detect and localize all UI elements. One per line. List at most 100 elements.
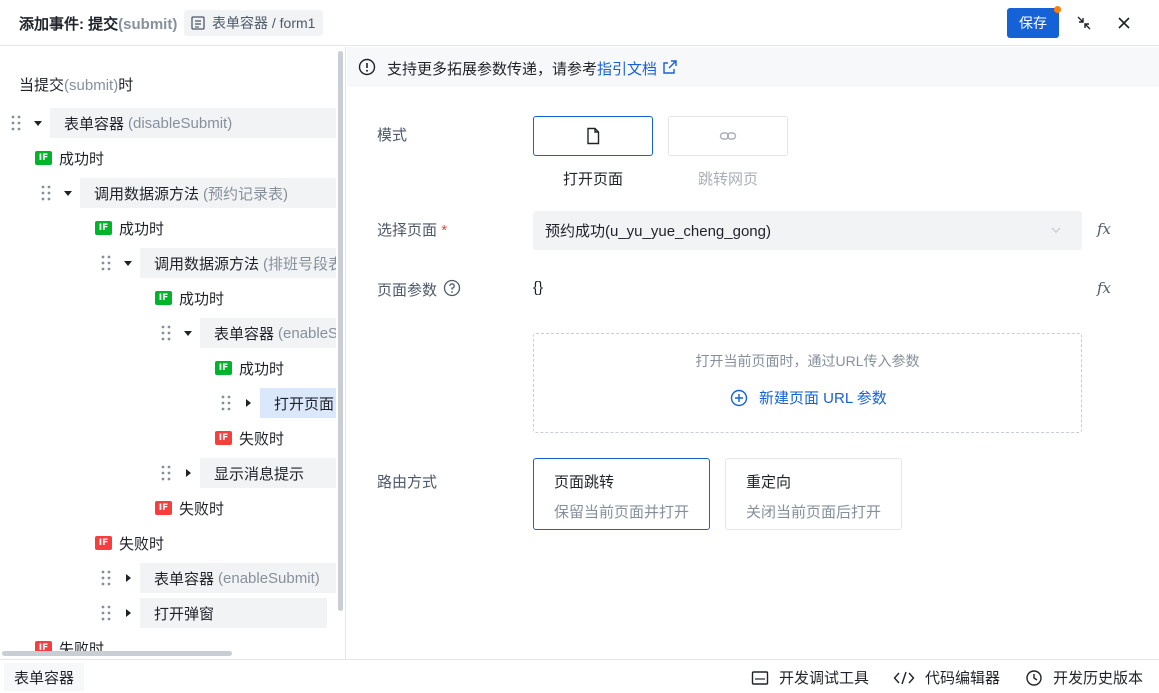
notice-text: 支持更多拓展参数传递，请参考指引文档 bbox=[387, 58, 657, 79]
drag-handle-icon[interactable] bbox=[40, 184, 52, 202]
caret-right-icon[interactable] bbox=[123, 608, 133, 618]
branch-fail: IF 失败时 bbox=[95, 532, 164, 554]
mode-jump-web-option[interactable] bbox=[668, 116, 788, 156]
route-redirect-option[interactable]: 重定向 关闭当前页面后打开 bbox=[725, 458, 902, 530]
caret-down-icon[interactable] bbox=[63, 188, 73, 198]
info-notice: 支持更多拓展参数传递，请参考指引文档 bbox=[347, 47, 1159, 87]
tree-node[interactable]: 调用数据源方法 (预约记录表) bbox=[80, 178, 336, 208]
branch-label: 成功时 bbox=[239, 360, 285, 378]
if-badge: IF bbox=[95, 536, 112, 550]
fx-icon[interactable]: fx bbox=[1097, 279, 1111, 297]
collapse-icon[interactable] bbox=[1074, 13, 1094, 33]
route-desc: 关闭当前页面后打开 bbox=[746, 504, 882, 521]
node-label: 打开页面 bbox=[274, 395, 335, 413]
if-badge: IF bbox=[35, 151, 52, 165]
chevron-down-icon bbox=[1051, 227, 1061, 233]
tree-node[interactable]: 打开弹窗 bbox=[140, 598, 327, 628]
history-icon bbox=[1026, 669, 1042, 686]
route-page-jump-option[interactable]: 页面跳转 保留当前页面并打开 bbox=[533, 458, 710, 530]
branch-label: 成功时 bbox=[59, 150, 105, 168]
select-page-text: 选择页面 bbox=[377, 222, 438, 239]
dialog-title: 添加事件: 提交(submit) bbox=[19, 13, 177, 34]
breadcrumb-text: 表单容器 / form1 bbox=[212, 15, 316, 31]
node-label: 调用数据源方法 bbox=[154, 255, 260, 273]
external-link-icon[interactable] bbox=[662, 59, 678, 75]
page-icon bbox=[587, 127, 600, 145]
drag-handle-icon[interactable] bbox=[100, 569, 112, 587]
drag-handle-icon[interactable] bbox=[220, 394, 232, 412]
caret-right-icon[interactable] bbox=[243, 398, 253, 408]
branch-label: 成功时 bbox=[119, 220, 165, 238]
horizontal-scrollbar[interactable] bbox=[2, 651, 232, 656]
tree-node-selected[interactable]: 打开页面 bbox=[260, 388, 336, 418]
info-icon bbox=[358, 58, 376, 76]
footer-component-tab[interactable]: 表单容器 bbox=[4, 663, 85, 691]
caret-right-icon[interactable] bbox=[183, 468, 193, 478]
drag-handle-icon[interactable] bbox=[160, 324, 172, 342]
tree-node[interactable]: 表单容器 (disableSubmit) bbox=[50, 108, 336, 138]
node-sub: (enableSubmit) bbox=[218, 569, 320, 587]
if-badge: IF bbox=[215, 361, 232, 375]
close-icon[interactable] bbox=[1114, 13, 1134, 33]
notice-body: 支持更多拓展参数传递，请参考 bbox=[387, 61, 598, 78]
branch-success: IF 成功时 bbox=[35, 147, 104, 169]
route-label: 路由方式 bbox=[377, 474, 438, 491]
page-select[interactable]: 预约成功(u_yu_yue_cheng_gong) bbox=[533, 211, 1082, 250]
node-label: 打开弹窗 bbox=[154, 605, 215, 623]
tree-node[interactable]: 调用数据源方法 (排班号段表 bbox=[140, 248, 336, 278]
page-select-value: 预约成功(u_yu_yue_cheng_gong) bbox=[545, 223, 771, 240]
caret-down-icon[interactable] bbox=[183, 328, 193, 338]
window-icon bbox=[751, 670, 769, 685]
node-sub: (disableSubmit) bbox=[128, 114, 233, 132]
page-params-label: 页面参数 bbox=[377, 282, 438, 299]
drag-handle-icon[interactable] bbox=[100, 604, 112, 622]
node-sub: (预约记录表) bbox=[203, 185, 289, 203]
tree-node[interactable]: 显示消息提示 bbox=[200, 458, 336, 488]
if-badge: IF bbox=[155, 501, 172, 515]
plus-circle-icon bbox=[730, 389, 748, 406]
code-editor-button[interactable]: 代码编辑器 bbox=[893, 667, 1000, 688]
page-params-value: {} bbox=[533, 279, 544, 296]
drag-handle-icon[interactable] bbox=[10, 114, 22, 132]
status-footer: 表单容器 开发调试工具 代码编辑器 开发历史版本 bbox=[0, 659, 1159, 693]
node-label: 表单容器 bbox=[154, 570, 215, 588]
caret-right-icon[interactable] bbox=[123, 573, 133, 583]
tree-node[interactable]: 表单容器 (enableSubmit) bbox=[140, 563, 336, 593]
form-icon bbox=[191, 16, 205, 30]
drag-handle-icon[interactable] bbox=[100, 254, 112, 272]
add-url-param-button[interactable]: 新建页面 URL 参数 bbox=[730, 387, 887, 408]
tree-node[interactable]: 表单容器 (enableS bbox=[200, 318, 336, 348]
url-params-area: 打开当前页面时，通过URL传入参数 新建页面 URL 参数 bbox=[533, 333, 1082, 433]
node-label: 表单容器 bbox=[214, 325, 275, 343]
component-breadcrumb[interactable]: 表单容器 / form1 bbox=[184, 10, 324, 36]
required-mark: * bbox=[441, 222, 448, 239]
mode-open-page-label[interactable]: 打开页面 bbox=[533, 168, 653, 189]
route-desc: 保留当前页面并打开 bbox=[554, 504, 690, 521]
link-icon bbox=[719, 132, 737, 140]
dev-history-button[interactable]: 开发历史版本 bbox=[1025, 667, 1143, 688]
dialog-header: 添加事件: 提交(submit) 表单容器 / form1 保存 bbox=[0, 0, 1159, 46]
code-editor-label: 代码编辑器 bbox=[925, 670, 1001, 687]
save-button[interactable]: 保存 bbox=[1007, 8, 1059, 38]
node-label: 显示消息提示 bbox=[214, 465, 305, 483]
trigger-suffix: 时 bbox=[118, 77, 134, 94]
branch-fail: IF 失败时 bbox=[155, 497, 224, 519]
trigger-prefix: 当提交 bbox=[19, 77, 65, 94]
node-sub: (排班号段表 bbox=[263, 255, 336, 273]
branch-label: 失败时 bbox=[239, 430, 285, 448]
drag-handle-icon[interactable] bbox=[160, 464, 172, 482]
caret-down-icon[interactable] bbox=[123, 258, 133, 268]
vertical-scrollbar[interactable] bbox=[338, 51, 343, 611]
fx-icon[interactable]: fx bbox=[1097, 220, 1111, 238]
caret-down-icon[interactable] bbox=[33, 118, 43, 128]
mode-jump-web-label[interactable]: 跳转网页 bbox=[668, 168, 788, 189]
route-title: 页面跳转 bbox=[554, 474, 615, 491]
url-params-hint: 打开当前页面时，通过URL传入参数 bbox=[695, 353, 920, 369]
if-badge: IF bbox=[215, 431, 232, 445]
mode-open-page-option[interactable] bbox=[533, 116, 653, 156]
guide-doc-link[interactable]: 指引文档 bbox=[597, 61, 657, 78]
mode-label: 模式 bbox=[377, 127, 408, 144]
help-icon[interactable] bbox=[443, 279, 461, 297]
dev-debug-tool-button[interactable]: 开发调试工具 bbox=[751, 667, 869, 688]
branch-success: IF 成功时 bbox=[95, 217, 164, 239]
